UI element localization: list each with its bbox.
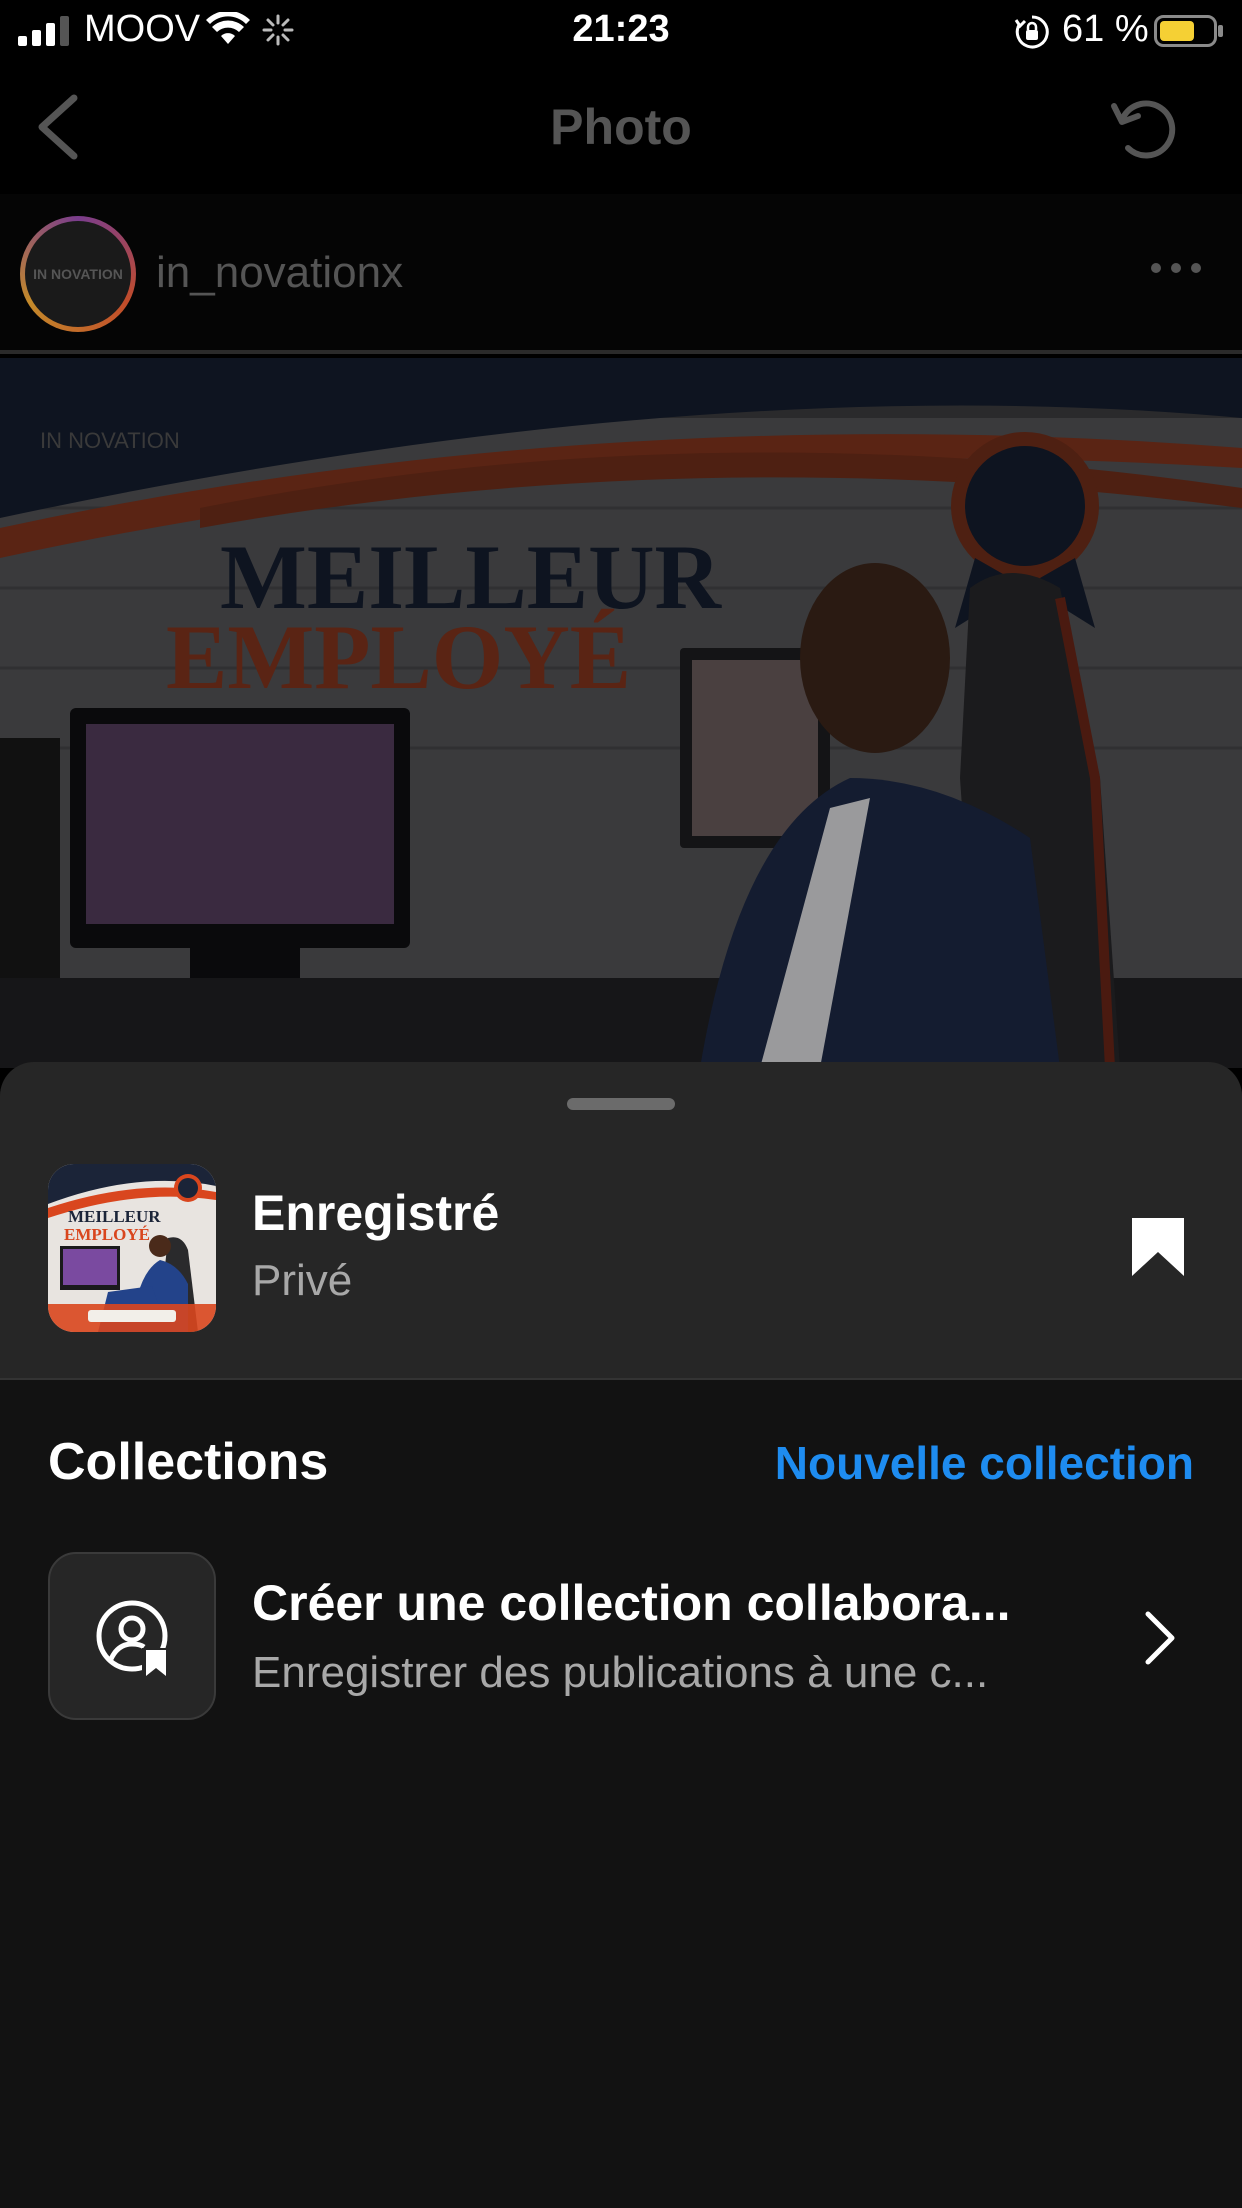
post-image-artwork: MEILLEUR EMPLOYÉ IN NOVATION xyxy=(0,358,1242,1068)
saved-privacy-label: Privé xyxy=(252,1256,353,1305)
saved-title: Enregistré xyxy=(252,1185,500,1241)
battery-percent: 61 % xyxy=(1062,8,1149,50)
svg-text:EMPLOYÉ: EMPLOYÉ xyxy=(64,1225,150,1244)
collab-subtitle: Enregistrer des publications à une c... xyxy=(252,1648,989,1697)
page-title: Photo xyxy=(550,99,692,155)
username[interactable]: in_novationx xyxy=(156,248,403,298)
collections-heading: Collections xyxy=(48,1433,329,1491)
sheet-grabber[interactable] xyxy=(567,1098,675,1110)
svg-text:MEILLEUR: MEILLEUR xyxy=(68,1207,161,1226)
orientation-lock-icon xyxy=(1014,15,1049,49)
collab-collection-icon xyxy=(96,1600,168,1676)
post-image[interactable]: MEILLEUR EMPLOYÉ IN NOVATION xyxy=(0,358,1242,1068)
collab-icon-box xyxy=(48,1552,216,1720)
save-bottom-sheet: MEILLEUR EMPLOYÉ Enregistré Privé Collec… xyxy=(0,1062,1242,2208)
new-collection-button[interactable]: Nouvelle collection xyxy=(775,1436,1194,1490)
saved-section[interactable]: MEILLEUR EMPLOYÉ Enregistré Privé xyxy=(0,1062,1242,1380)
more-dots-icon[interactable] xyxy=(1148,260,1204,276)
avatar[interactable]: IN NOVATION xyxy=(20,216,136,332)
clock: 21:23 xyxy=(572,8,670,50)
chevron-right-icon xyxy=(1145,1611,1175,1665)
saved-thumbnail: MEILLEUR EMPLOYÉ xyxy=(48,1164,216,1332)
battery-icon xyxy=(1154,15,1223,47)
refresh-icon[interactable] xyxy=(1108,90,1182,164)
avatar-logo: IN NOVATION xyxy=(25,221,131,327)
headline-text-2: EMPLOYÉ xyxy=(166,606,631,708)
status-bar: MOOV 21:23 61 % xyxy=(0,0,1242,62)
create-collab-collection-row[interactable]: Créer une collection collabora... Enregi… xyxy=(0,1552,1242,1742)
image-logo-text: IN NOVATION xyxy=(40,428,180,453)
bookmark-icon[interactable] xyxy=(1130,1216,1186,1278)
collab-title: Créer une collection collabora... xyxy=(252,1575,1011,1631)
